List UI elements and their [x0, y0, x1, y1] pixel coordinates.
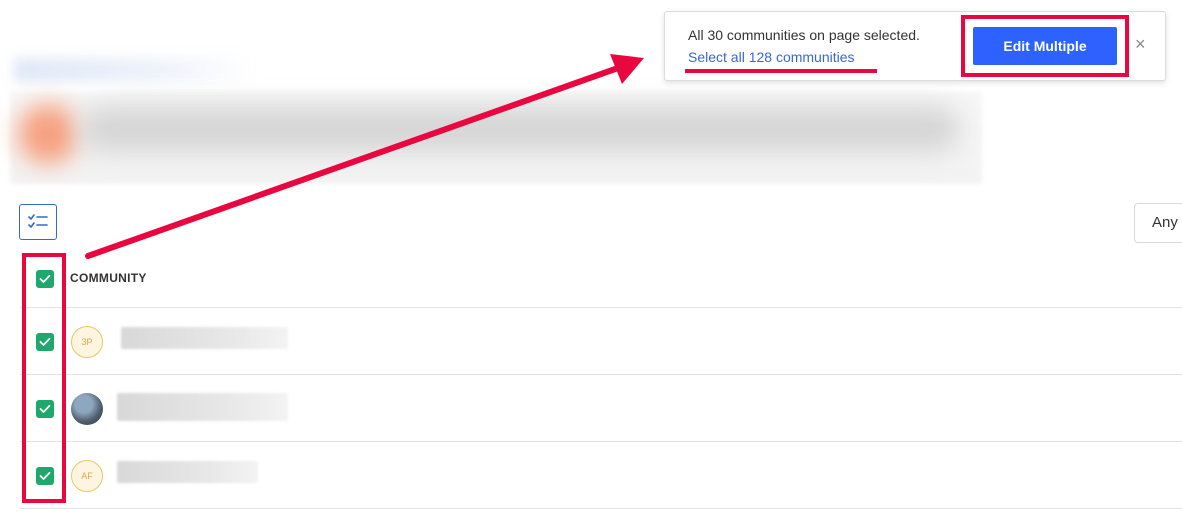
close-icon[interactable]: × — [1135, 34, 1146, 55]
blurred-page-title — [80, 106, 960, 152]
avatar: 3P — [71, 326, 103, 358]
annotation-highlight-box: Edit Multiple — [961, 15, 1129, 77]
avatar — [71, 393, 103, 425]
table-row[interactable] — [20, 375, 1182, 442]
community-column-header: COMMUNITY — [70, 271, 147, 285]
blurred-page-icon — [18, 104, 78, 164]
table-row[interactable]: 3P — [20, 308, 1182, 375]
blurred-breadcrumb — [14, 58, 254, 82]
edit-multiple-button[interactable]: Edit Multiple — [973, 27, 1117, 65]
table-row[interactable]: AF — [20, 442, 1182, 509]
annotation-highlight-box — [22, 253, 66, 503]
filter-dropdown[interactable]: Any — [1134, 203, 1182, 243]
selection-toast: All 30 communities on page selected. Sel… — [664, 11, 1166, 81]
blurred-community-name — [117, 461, 258, 483]
blurred-community-name — [121, 327, 288, 349]
selection-message: All 30 communities on page selected. — [688, 27, 920, 43]
annotation-underline — [685, 69, 877, 73]
table-header-row: COMMUNITY — [20, 245, 1182, 308]
checklist-icon — [28, 214, 48, 228]
avatar: AF — [71, 460, 103, 492]
multi-select-toggle[interactable] — [19, 204, 57, 240]
blurred-community-name — [117, 393, 288, 421]
select-all-link[interactable]: Select all 128 communities — [688, 49, 855, 65]
